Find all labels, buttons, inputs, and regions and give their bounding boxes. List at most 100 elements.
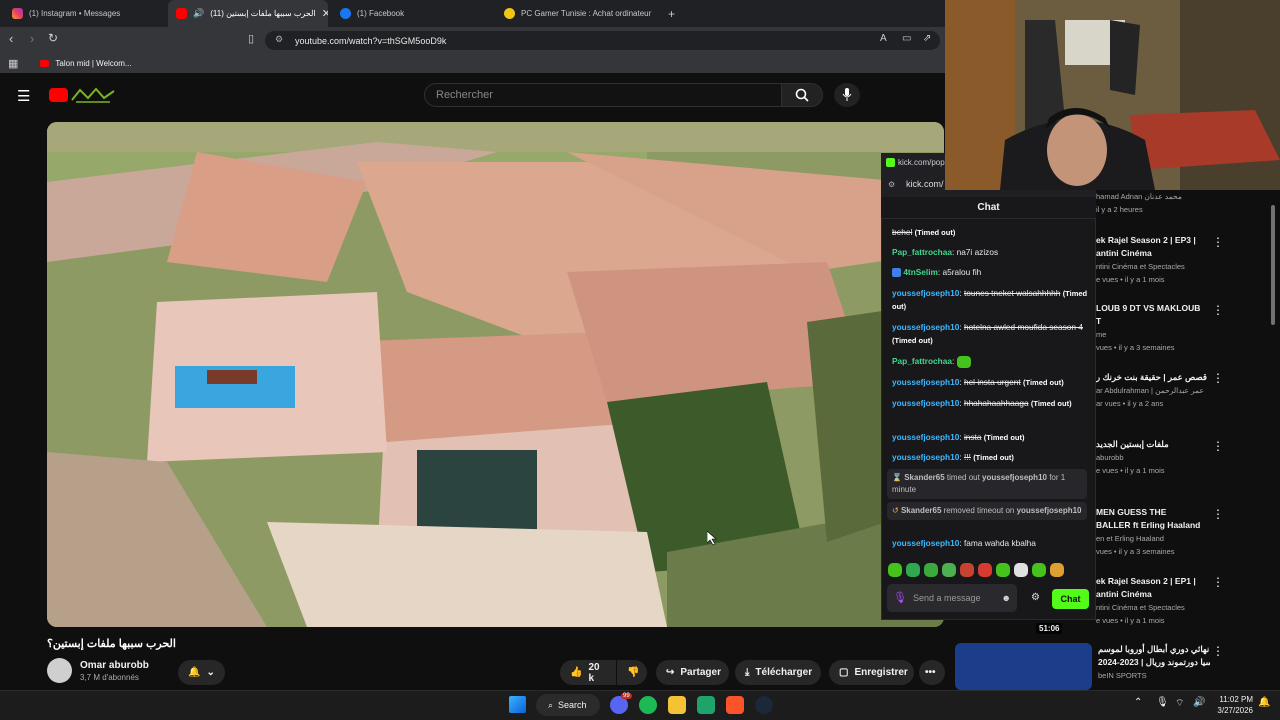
chat-username[interactable]: youssefjoseph10 <box>892 452 959 462</box>
file-explorer-icon[interactable] <box>668 696 686 714</box>
message-text: hel insta urgent <box>963 377 1021 387</box>
cast-icon[interactable]: ▭ <box>902 33 911 44</box>
search-button[interactable] <box>781 83 823 107</box>
video-player[interactable] <box>47 122 944 627</box>
emote-icon[interactable] <box>906 563 920 577</box>
menu-icon[interactable]: ☰ <box>17 87 30 105</box>
taskbar-search[interactable]: ⌕ Search <box>536 694 600 716</box>
related-title-line2: antini Cinéma <box>1096 248 1152 258</box>
chat-username[interactable]: Pap_fattrochaa <box>892 247 952 257</box>
chat-message-input[interactable]: 🎙 Send a message ☻ <box>887 584 1017 612</box>
voice-search-button[interactable] <box>834 83 860 107</box>
tab-youtube[interactable]: 🔊 (11) الحرب سببها ملفات إبستين ✕ <box>168 0 328 27</box>
back-icon[interactable]: ‹ <box>9 31 13 46</box>
brave-browser-icon[interactable] <box>726 696 744 714</box>
moderator-name: Skander65 <box>904 473 945 482</box>
close-tab-icon[interactable]: ✕ <box>322 7 328 20</box>
chat-message: youssefjoseph10: hel insta urgent (Timed… <box>892 377 1064 387</box>
dislike-button[interactable]: 👎 <box>617 660 647 685</box>
more-options-icon[interactable]: ⋮ <box>1212 507 1224 521</box>
apps-grid-icon[interactable]: ▦ <box>8 57 18 70</box>
forward-icon[interactable]: › <box>30 31 34 46</box>
share-button[interactable]: ↪ Partager <box>656 660 729 685</box>
more-options-icon[interactable]: ⋮ <box>1212 235 1224 249</box>
steam-icon[interactable] <box>755 696 773 714</box>
emote-icon[interactable] <box>996 563 1010 577</box>
windows-start-icon[interactable] <box>509 696 526 713</box>
message-text: hotelna awled moufida season 4 <box>963 322 1083 332</box>
site-settings-icon[interactable]: ⚙ <box>888 180 895 189</box>
chat-settings-icon[interactable]: ⚙ <box>1031 592 1040 603</box>
search-input[interactable]: Rechercher <box>424 83 782 107</box>
bookmark-star-icon[interactable]: ▯ <box>248 32 254 45</box>
app-icon[interactable] <box>697 696 715 714</box>
related-item[interactable]: LOUB 9 DT VS MAKLOUB Tme vues • il y a 3 s… <box>1096 302 1208 354</box>
tab-facebook[interactable]: (1) Facebook <box>332 0 492 27</box>
subscriber-count: 3,7 M d'abonnés <box>80 672 139 682</box>
chat-username[interactable]: youssefjoseph10 <box>892 538 959 548</box>
wifi-icon[interactable]: ⌔ <box>1175 697 1184 710</box>
spotify-icon[interactable] <box>639 696 657 714</box>
download-button[interactable]: ⤓ Télécharger <box>735 660 821 685</box>
chat-username[interactable]: youssefjoseph10 <box>892 322 959 332</box>
chat-username[interactable]: youssefjoseph10 <box>892 398 959 408</box>
channel-name[interactable]: Omar aburobb <box>80 660 149 671</box>
more-actions-button[interactable]: ••• <box>919 660 945 685</box>
channel-info: Omar aburobb 3,7 M d'abonnés <box>47 658 149 683</box>
emote-icon[interactable] <box>1014 563 1028 577</box>
taskbar-clock[interactable]: 11:02 PM 3/27/2026 <box>1213 694 1253 716</box>
related-title-line2: antini Cinéma <box>1096 589 1152 599</box>
emote-icon[interactable] <box>888 563 902 577</box>
emote-icon[interactable] <box>942 563 956 577</box>
related-item[interactable]: MEN GUESS THE BALLER ft Erling Haaland en … <box>1096 506 1208 558</box>
chat-username[interactable]: youssefjoseph10 <box>892 288 959 298</box>
share-label: Partager <box>680 667 721 678</box>
translate-icon[interactable]: A <box>880 33 887 44</box>
related-item[interactable]: ملخص نهائي دوري أبطال أوروبا لموسم 2024-2… <box>1098 643 1210 682</box>
address-bar[interactable]: ⚙ youtube.com/watch?v=thSGM5ooD9k A ▭ ⇗ <box>265 31 940 50</box>
kick-url: kick.com/ <box>906 179 944 189</box>
related-thumbnail[interactable] <box>955 643 1092 690</box>
more-options-icon[interactable]: ⋮ <box>1212 439 1224 453</box>
related-item[interactable]: قصص عمر | حقيقة بنت خرنك ر ar Abdulrahman… <box>1096 371 1208 410</box>
url-text: youtube.com/watch?v=thSGM5ooD9k <box>295 35 447 46</box>
bookmark-item[interactable]: Talon mid | Welcom... <box>55 59 131 68</box>
youtube-logo[interactable] <box>49 88 68 102</box>
more-options-icon[interactable]: ⋮ <box>1212 303 1224 317</box>
emote-icon[interactable] <box>978 563 992 577</box>
channel-avatar[interactable] <box>47 658 72 683</box>
notification-bell-icon[interactable]: 🔔 <box>1258 697 1270 708</box>
chat-username[interactable]: youssefjoseph10 <box>892 377 959 387</box>
like-button[interactable]: 👍 20 k <box>560 660 616 685</box>
related-item[interactable]: ek Rajel Season 2 | EP1 | antini Cinéma nt… <box>1096 575 1208 627</box>
emote-icon[interactable] <box>960 563 974 577</box>
related-title-line2: 2024-2023 | بوروسيا دورتموند وريال ... <box>1098 657 1210 667</box>
related-item[interactable]: ملفات إبستين الجديد aburobb e vues • il y … <box>1096 438 1208 477</box>
chat-username[interactable]: youssefjoseph10 <box>892 432 959 442</box>
new-tab-button[interactable]: + <box>660 0 680 27</box>
save-button[interactable]: ▢ Enregistrer <box>829 660 914 685</box>
reload-icon[interactable]: ↻ <box>48 31 58 45</box>
tab-pcgamer[interactable]: PC Gamer Tunisie : Achat ordinateur <box>496 0 656 27</box>
send-chat-button[interactable]: Chat <box>1052 589 1089 609</box>
tab-instagram[interactable]: (1) Instagram • Messages <box>4 0 164 27</box>
more-options-icon[interactable]: ⋮ <box>1212 575 1224 589</box>
emote-icon[interactable] <box>1032 563 1046 577</box>
related-item[interactable]: hamad Adnan محمد عدنان il y a 2 heures <box>1096 190 1208 216</box>
site-info-icon[interactable]: ⚙ <box>275 34 283 45</box>
chevron-up-icon[interactable]: ⌃ <box>1134 697 1142 708</box>
related-item[interactable]: ek Rajel Season 2 | EP3 | antini Cinéma nt… <box>1096 234 1208 286</box>
microphone-tray-icon[interactable]: 🎙 <box>1156 697 1169 708</box>
emote-icon[interactable] <box>1050 563 1064 577</box>
chat-username[interactable]: Pap_fattrochaa <box>892 356 952 366</box>
emote-icon[interactable] <box>924 563 938 577</box>
microphone-icon[interactable]: 🎙 <box>893 593 907 604</box>
share-icon[interactable]: ⇗ <box>923 33 931 44</box>
more-options-icon[interactable]: ⋮ <box>1212 644 1224 658</box>
volume-icon[interactable]: 🔊 <box>1193 697 1205 708</box>
more-options-icon[interactable]: ⋮ <box>1212 371 1224 385</box>
notification-bell-button[interactable]: 🔔 ⌄ <box>178 660 225 685</box>
scrollbar[interactable] <box>1271 205 1275 325</box>
emoji-icon[interactable]: ☻ <box>1002 593 1011 603</box>
chat-username[interactable]: 4tnSelim <box>903 267 938 277</box>
